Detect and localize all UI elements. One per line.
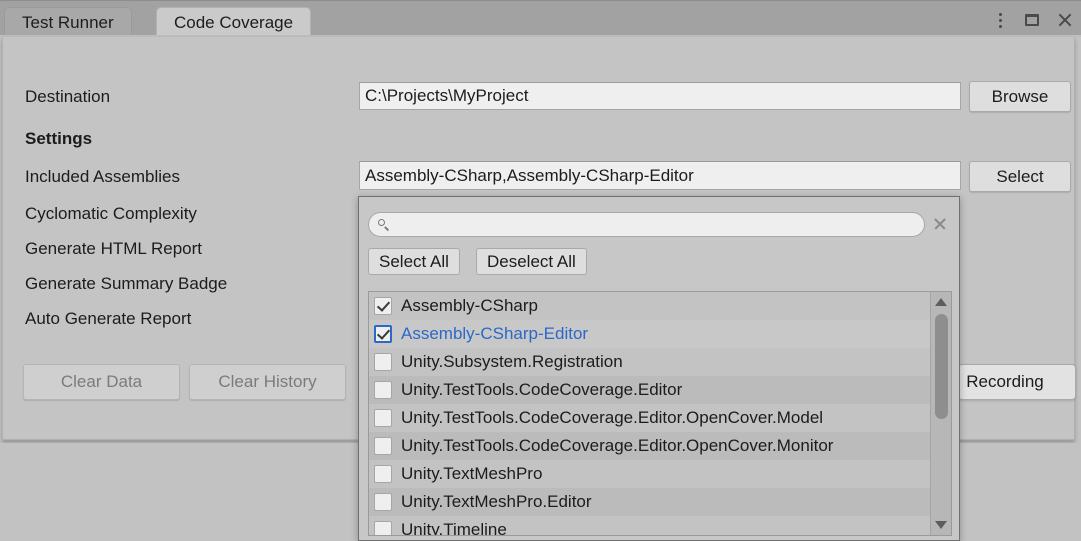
scroll-down-arrow-icon[interactable] (935, 521, 947, 529)
list-item[interactable]: Unity.TestTools.CodeCoverage.Editor.Open… (369, 404, 931, 432)
list-item-label: Assembly-CSharp (401, 296, 538, 315)
option-cyclomatic-complexity[interactable]: Cyclomatic Complexity (25, 204, 197, 224)
scrollbar-thumb[interactable] (935, 314, 948, 419)
list-item[interactable]: Assembly-CSharp-Editor (369, 320, 931, 348)
checkbox-icon[interactable] (374, 353, 392, 371)
list-item-label: Assembly-CSharp-Editor (401, 324, 589, 343)
checkbox-icon[interactable] (374, 437, 392, 455)
option-auto-generate-report[interactable]: Auto Generate Report (25, 309, 191, 329)
list-item[interactable]: Unity.TestTools.CodeCoverage.Editor (369, 376, 931, 404)
scroll-up-arrow-icon[interactable] (935, 298, 947, 306)
list-item-label: Unity.TestTools.CodeCoverage.Editor.Open… (401, 408, 824, 427)
checkbox-icon[interactable] (374, 493, 392, 511)
settings-header: Settings (25, 129, 93, 148)
destination-label: Destination (25, 87, 111, 106)
list-scrollbar[interactable] (930, 292, 951, 535)
assembly-list-rows: Assembly-CSharp Assembly-CSharp-Editor Uni… (369, 292, 931, 536)
search-input[interactable] (368, 211, 925, 237)
list-item-label: Unity.TextMeshPro (401, 464, 543, 483)
checkbox-icon[interactable] (374, 409, 392, 427)
checkbox-icon[interactable] (374, 465, 392, 483)
close-icon[interactable] (1055, 11, 1073, 29)
clear-history-button[interactable]: Clear History (189, 364, 346, 400)
list-item-label: Unity.TestTools.CodeCoverage.Editor (401, 380, 683, 399)
list-item-label: Unity.Timeline (401, 520, 507, 536)
tab-test-runner-label: Test Runner (22, 12, 114, 32)
list-item[interactable]: Unity.Timeline (369, 516, 931, 536)
clear-icon[interactable] (929, 213, 951, 235)
tab-code-coverage[interactable]: Code Coverage (156, 7, 312, 37)
destination-input[interactable]: C:\Projects\MyProject (359, 82, 961, 110)
editor-window: Test Runner Code Coverage Destination Se… (0, 0, 1081, 541)
recording-button[interactable]: Recording (958, 364, 1076, 400)
list-item[interactable]: Unity.Subsystem.Registration (369, 348, 931, 376)
checkbox-icon[interactable] (374, 297, 392, 315)
checkbox-icon[interactable] (374, 521, 392, 535)
included-assemblies-input[interactable]: Assembly-CSharp,Assembly-CSharp-Editor (359, 161, 961, 190)
select-all-button[interactable]: Select All (368, 248, 460, 275)
tab-code-coverage-label: Code Coverage (174, 12, 294, 32)
option-generate-html-report[interactable]: Generate HTML Report (25, 239, 202, 259)
included-assemblies-label: Included Assemblies (25, 167, 180, 186)
tab-bar: Test Runner Code Coverage (0, 0, 1081, 37)
list-item-label: Unity.Subsystem.Registration (401, 352, 623, 371)
kebab-menu-icon[interactable] (991, 11, 1009, 29)
select-assemblies-button[interactable]: Select (969, 161, 1071, 192)
checkbox-icon[interactable] (374, 381, 392, 399)
tab-test-runner[interactable]: Test Runner (4, 7, 132, 37)
list-item-label: Unity.TextMeshPro.Editor (401, 492, 592, 511)
window-controls (991, 7, 1073, 33)
list-item[interactable]: Unity.TextMeshPro.Editor (369, 488, 931, 516)
list-item-label: Unity.TestTools.CodeCoverage.Editor.Open… (401, 436, 834, 455)
search-icon (378, 218, 389, 230)
list-item[interactable]: Unity.TextMeshPro (369, 460, 931, 488)
search-row (368, 211, 952, 237)
recording-button-label: Recording (966, 372, 1044, 391)
option-generate-summary-badge[interactable]: Generate Summary Badge (25, 274, 227, 294)
maximize-icon[interactable] (1023, 11, 1041, 29)
assembly-list: Assembly-CSharp Assembly-CSharp-Editor Uni… (368, 291, 952, 536)
list-item[interactable]: Assembly-CSharp (369, 292, 931, 320)
clear-data-button[interactable]: Clear Data (23, 364, 180, 400)
deselect-all-button[interactable]: Deselect All (476, 248, 587, 275)
browse-button[interactable]: Browse (969, 81, 1071, 112)
checkbox-icon[interactable] (374, 325, 392, 343)
assembly-selector-popup: Select All Deselect All Assembly-CSharp A… (358, 196, 960, 541)
list-item[interactable]: Unity.TestTools.CodeCoverage.Editor.Open… (369, 432, 931, 460)
